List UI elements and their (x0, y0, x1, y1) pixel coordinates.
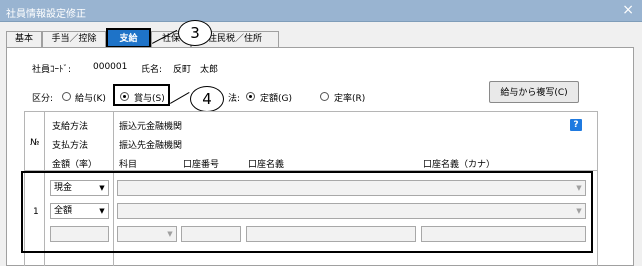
category-salary-radio[interactable] (62, 92, 71, 101)
employee-name: 反町 太郎 (173, 65, 219, 75)
amount-type-select[interactable]: 全額 ▼ (50, 203, 109, 219)
amount-input[interactable] (50, 226, 109, 242)
header-account-subject: 科目 (119, 160, 138, 170)
title-bar: 社員情報設定修正 × (0, 0, 642, 22)
category-bonus-label: 賞与(S) (134, 94, 165, 104)
chevron-down-icon[interactable]: ▼ (96, 204, 108, 218)
payment-method-value: 現金 (54, 183, 73, 193)
method-label: 法: (228, 94, 241, 104)
employee-code-label: 社員ｺｰﾄﾞ: (32, 65, 72, 75)
account-subject-select[interactable]: ▼ (117, 226, 177, 242)
callout-3: 3 (178, 20, 212, 46)
window-title: 社員情報設定修正 (6, 9, 86, 20)
source-bank-select[interactable]: ▼ (117, 180, 586, 196)
chevron-down-icon[interactable]: ▼ (573, 204, 585, 218)
method-fixed-rate-label: 定率(R) (334, 94, 366, 104)
header-payment-method: 支給方法 (52, 122, 89, 132)
header-account-holder-kana: 口座名義（カナ） (423, 160, 496, 170)
header-account-holder: 口座名義 (248, 160, 285, 170)
close-icon[interactable]: × (622, 2, 634, 18)
table-no-header: № (30, 138, 40, 148)
chevron-down-icon[interactable]: ▼ (164, 227, 176, 241)
header-source-bank: 振込元金融機関 (119, 122, 183, 132)
employee-code: 000001 (93, 62, 128, 72)
account-holder-input[interactable] (246, 226, 416, 242)
account-holder-kana-input[interactable] (421, 226, 586, 242)
method-fixed-amount-radio[interactable] (246, 92, 255, 101)
category-label: 区分: (32, 94, 54, 104)
tab-payment[interactable]: 支給 (106, 28, 151, 48)
payment-method-select[interactable]: 現金 ▼ (50, 180, 109, 196)
method-fixed-rate-radio[interactable] (320, 92, 329, 101)
callout-4: 4 (190, 86, 224, 112)
tab-allowance-deduction[interactable]: 手当／控除 (42, 31, 106, 48)
row-number: 1 (33, 207, 39, 217)
table-right-border (597, 111, 598, 266)
amount-type-value: 全額 (54, 206, 73, 216)
category-salary-label: 給与(K) (75, 94, 106, 104)
copy-from-salary-button[interactable]: 給与から複写(C) (489, 81, 579, 103)
account-number-input[interactable] (181, 226, 241, 242)
help-icon[interactable]: ? (570, 119, 582, 131)
tab-basic[interactable]: 基本 (6, 31, 42, 48)
chevron-down-icon[interactable]: ▼ (96, 181, 108, 195)
header-pay-method: 支払方法 (52, 141, 89, 151)
tab-strip: 基本 手当／控除 支給 社保 住民税／住所 (0, 28, 642, 48)
method-fixed-amount-label: 定額(G) (260, 94, 292, 104)
employee-name-label: 氏名: (141, 65, 163, 75)
table-top-border (24, 111, 598, 112)
destination-bank-select[interactable]: ▼ (117, 203, 586, 219)
header-destination-bank: 振込先金融機関 (119, 141, 183, 151)
header-account-number: 口座番号 (183, 160, 220, 170)
category-bonus-radio[interactable] (120, 92, 129, 101)
chevron-down-icon[interactable]: ▼ (573, 181, 585, 195)
header-amount-rate: 金額（率） (52, 160, 98, 170)
